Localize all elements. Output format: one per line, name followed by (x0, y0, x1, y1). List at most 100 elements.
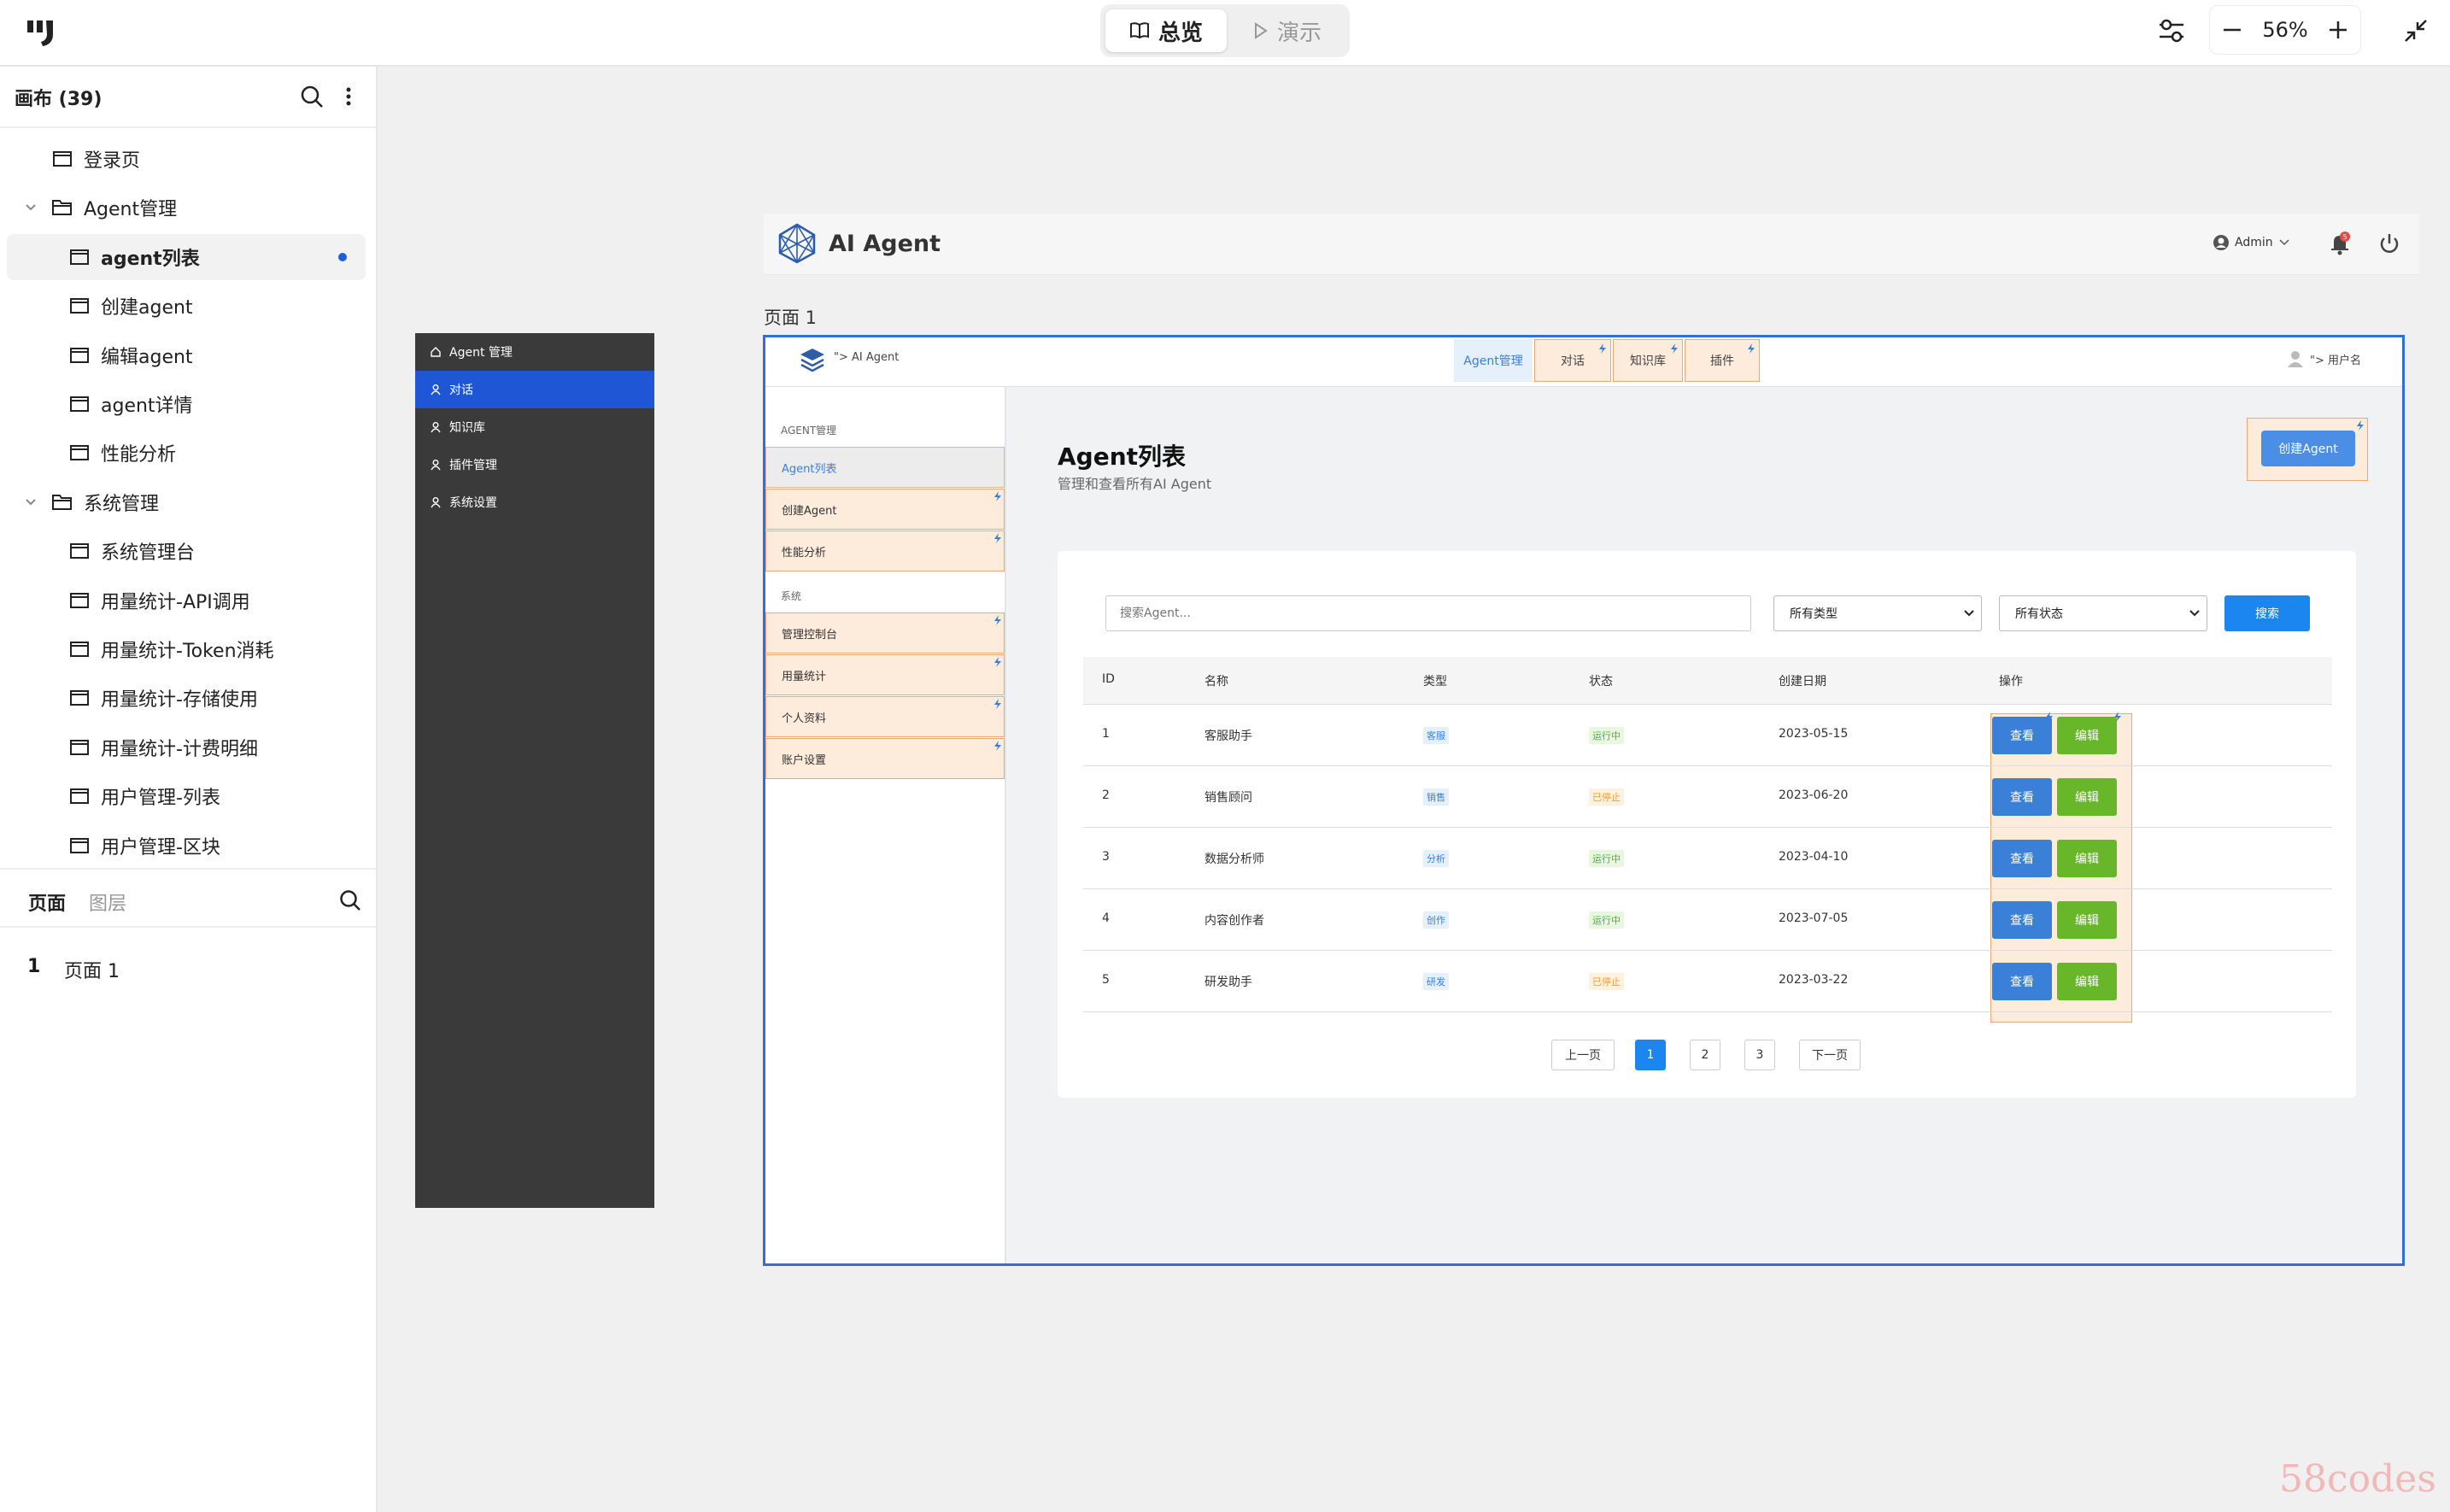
page-frame[interactable]: "> AI Agent Agent管理 对话 知识库 插件 "> 用户名 AGE… (763, 335, 2405, 1266)
pages-panel-header: 页面 图层 (0, 868, 376, 928)
edit-button[interactable]: 编辑 (2057, 963, 2117, 1000)
dark-sidebar-component[interactable]: Agent 管理 对话知识库插件管理 系统设置 (415, 333, 654, 1208)
chevron-down-icon[interactable] (22, 199, 39, 216)
user-menu[interactable]: Admin (2213, 234, 2290, 251)
dark-menu-item[interactable]: Agent 管理 (415, 333, 654, 371)
tab-pages[interactable]: 页面 (28, 888, 66, 916)
nav-tab-agent[interactable]: Agent管理 (1454, 339, 1533, 382)
view-button[interactable]: 查看 (1992, 840, 2052, 877)
next-page-button[interactable]: 下一页 (1799, 1040, 1861, 1070)
canvas-title: 画布 (39) (15, 89, 103, 110)
sidebar-item[interactable]: 管理控制台 (765, 612, 1005, 653)
sidebar-item[interactable]: 个人资料 (765, 696, 1005, 737)
page-tree-item[interactable]: 用户管理-列表 (7, 773, 366, 819)
edit-button[interactable]: 编辑 (2057, 901, 2117, 939)
tree-item-label: agent详情 (101, 396, 193, 417)
column-header: 类型 (1423, 675, 1447, 689)
type-tag: 销售 (1423, 788, 1449, 806)
edit-button[interactable]: 编辑 (2057, 778, 2117, 816)
type-select[interactable]: 所有类型 (1773, 595, 1982, 631)
nav-tab-plugins[interactable]: 插件 (1685, 339, 1760, 382)
app-logo-icon[interactable] (27, 19, 62, 48)
view-button[interactable]: 查看 (1992, 963, 2052, 1000)
power-icon[interactable] (2377, 231, 2402, 256)
user-icon (430, 384, 442, 396)
lightning-icon (993, 741, 1002, 751)
page-tree-item[interactable]: 用户管理-区块 (7, 823, 366, 869)
zoom-in-icon[interactable] (2323, 15, 2353, 45)
chevron-down-icon (2189, 609, 2200, 618)
search-icon[interactable] (299, 84, 325, 109)
tree-item-label: 系统管理台 (101, 542, 196, 565)
adjust-settings-icon[interactable] (2154, 14, 2189, 48)
cell-name: 客服助手 (1204, 730, 1252, 743)
dark-menu-item[interactable]: 插件管理 (415, 446, 654, 483)
dark-menu-item[interactable]: 系统设置 (415, 483, 654, 521)
page-icon (68, 738, 91, 757)
page-tree-item[interactable]: 编辑agent (7, 332, 366, 378)
present-mode-button[interactable]: 演示 (1230, 9, 1345, 52)
view-button[interactable]: 查看 (1992, 778, 2052, 816)
header-component[interactable]: AI Agent Admin 5 (764, 214, 2419, 275)
notification-badge: 5 (2342, 233, 2347, 241)
page-tree-item[interactable]: 性能分析 (7, 430, 366, 476)
search-input[interactable] (1105, 595, 1751, 631)
page-button-1[interactable]: 1 (1635, 1040, 1666, 1070)
bell-icon[interactable]: 5 (2327, 231, 2353, 256)
edit-button[interactable]: 编辑 (2057, 840, 2117, 877)
sidebar-item[interactable]: 创建Agent (765, 489, 1005, 530)
overview-mode-button[interactable]: 总览 (1105, 9, 1227, 52)
page-icon (68, 640, 91, 659)
more-vertical-icon[interactable] (342, 84, 355, 109)
frame-label[interactable]: 页面 1 (764, 304, 817, 330)
dark-menu-label: 知识库 (449, 421, 485, 435)
dark-menu-item[interactable]: 知识库 (415, 408, 654, 446)
page-tree-item[interactable]: 用量统计-Token消耗 (7, 626, 366, 672)
lightning-icon (993, 699, 1002, 709)
chevron-down-icon[interactable] (22, 494, 39, 511)
sidebar-item[interactable]: 性能分析 (765, 530, 1005, 571)
watermark: 58codes (2279, 1457, 2436, 1501)
tree-item-label: 用量统计-存储使用 (101, 689, 258, 712)
page-tree-item[interactable]: 用量统计-API调用 (7, 577, 366, 624)
column-header: 状态 (1589, 675, 1613, 689)
frame-user[interactable]: "> 用户名 (2286, 349, 2361, 368)
nav-tab-knowledge[interactable]: 知识库 (1613, 339, 1683, 382)
zoom-level[interactable]: 56% (2262, 18, 2307, 42)
status-select[interactable]: 所有状态 (1999, 595, 2207, 631)
view-button[interactable]: 查看 (1992, 901, 2052, 939)
page-button-2[interactable]: 2 (1690, 1040, 1720, 1070)
page-tree-item[interactable]: 创建agent (7, 283, 366, 329)
page-tree-item[interactable]: 用量统计-计费明细 (7, 724, 366, 771)
table-row: 4 内容创作者 2023-07-05 创作 运行中 查看 编辑 (1083, 889, 2332, 951)
zoom-out-icon[interactable] (2217, 15, 2248, 45)
prev-page-button[interactable]: 上一页 (1551, 1040, 1615, 1070)
create-agent-button[interactable]: 创建Agent (2261, 431, 2355, 466)
sidebar-item[interactable]: 用量统计 (765, 654, 1005, 695)
page-tree-item[interactable]: 系统管理台 (7, 528, 366, 574)
folder-item[interactable]: 系统管理 (7, 479, 366, 525)
table-row: 5 研发助手 2023-03-22 研发 已停止 查看 编辑 (1083, 951, 2332, 1012)
page-tree-item[interactable]: 登录页 (7, 136, 366, 182)
page-button-3[interactable]: 3 (1744, 1040, 1775, 1070)
search-icon[interactable] (338, 888, 362, 912)
page-tree-item[interactable]: 用量统计-存储使用 (7, 675, 366, 721)
tree-item-label: 创建agent (101, 297, 193, 319)
tree-item-label: 登录页 (84, 150, 141, 172)
edit-button[interactable]: 编辑 (2057, 717, 2117, 754)
folder-item[interactable]: Agent管理 (7, 185, 366, 231)
dark-menu-item[interactable]: 对话 (415, 371, 654, 408)
tab-layers[interactable]: 图层 (89, 888, 126, 916)
tree-item-label: 编辑agent (101, 346, 193, 368)
sidebar-item[interactable]: Agent列表 (765, 447, 1005, 488)
nav-tab-chat[interactable]: 对话 (1534, 339, 1611, 382)
page-item[interactable]: 页面 1 (64, 956, 120, 983)
page-tree-item[interactable]: agent列表 (7, 233, 366, 280)
page-tree-item[interactable]: agent详情 (7, 381, 366, 427)
selected-dot (338, 252, 347, 261)
sidebar-item[interactable]: 账户设置 (765, 738, 1005, 779)
search-button[interactable]: 搜索 (2224, 595, 2310, 631)
collapse-icon[interactable] (2399, 14, 2433, 48)
view-button[interactable]: 查看 (1992, 717, 2052, 754)
column-header: 创建日期 (1779, 675, 1826, 689)
